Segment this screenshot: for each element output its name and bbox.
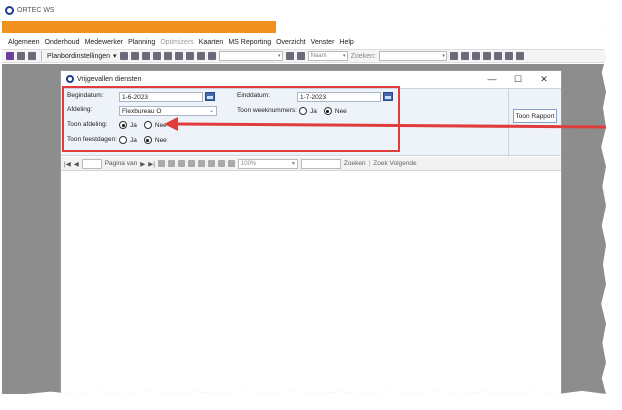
report-window-titlebar: Vrijgevallen diensten — ☐ ✕ (61, 71, 561, 87)
chart-icon[interactable] (207, 52, 216, 60)
menu-kaarten[interactable]: Kaarten (199, 39, 224, 46)
filter-add-icon[interactable] (141, 52, 150, 60)
menu-bar: Algemeen Onderhoud Medewerker Planning O… (2, 37, 606, 48)
funnel-star-icon[interactable] (174, 52, 183, 60)
main-toolbar: Planbordinstellingen ▾ ▾ Naam ▾ Zoeken: ▾ (2, 49, 606, 63)
screenshot-frame: ORTEC WS Algemeen Onderhoud Medewerker P… (2, 2, 606, 394)
minimize-icon[interactable]: — (479, 73, 505, 85)
ortec-logo-icon (66, 75, 74, 83)
planbord-settings-menu[interactable]: Planbordinstellingen (47, 53, 110, 60)
zoek-volgende-link[interactable]: Zoek Volgende (373, 160, 416, 167)
first-page-icon[interactable]: |◀ (64, 160, 71, 168)
zoeken-label: Zoeken: (350, 52, 376, 60)
filter-icon[interactable] (130, 52, 139, 60)
person-add-icon[interactable] (504, 52, 513, 60)
layout-icon[interactable] (515, 52, 524, 60)
chevron-down-icon[interactable]: ▾ (113, 52, 117, 60)
funnel-x-icon[interactable] (185, 52, 194, 60)
copy-icon[interactable] (28, 52, 36, 60)
zoeken-input[interactable]: ▾ (378, 51, 447, 61)
menu-medewerker[interactable]: Medewerker (85, 39, 124, 46)
table-icon[interactable] (196, 52, 205, 60)
export-icon[interactable] (217, 160, 225, 167)
next-page-icon[interactable]: ▶ (140, 160, 145, 168)
grid-icon[interactable] (17, 52, 25, 60)
menu-planning[interactable]: Planning (128, 39, 155, 46)
report-viewer-toolbar: |◀ ◀ Pagina van ▶ ▶| 100% ▾ Zoeken | Zoek… (61, 157, 561, 171)
list-icon[interactable] (471, 52, 480, 60)
stop-icon[interactable] (157, 160, 165, 167)
app-title: ORTEC WS (17, 6, 55, 14)
menu-ms-reporting[interactable]: MS Reporting (228, 39, 271, 46)
app-title-bar: ORTEC WS (2, 2, 268, 18)
page-setup-icon[interactable] (207, 160, 215, 167)
print-icon[interactable] (187, 160, 195, 167)
last-page-icon[interactable]: ▶| (148, 160, 155, 168)
calendar-icon[interactable] (482, 52, 491, 60)
back-icon[interactable] (177, 160, 185, 167)
columns-icon[interactable] (285, 52, 294, 60)
link-separator: | (368, 160, 371, 167)
undo-icon[interactable] (449, 52, 458, 60)
menu-algemeen[interactable]: Algemeen (8, 39, 40, 46)
viewer-search-input[interactable] (300, 158, 341, 169)
toolbar-separator (41, 51, 42, 61)
naam-select-label: Naam (310, 53, 327, 59)
eraser-icon[interactable] (6, 52, 14, 60)
ortec-logo-icon (5, 5, 14, 15)
callout-arrow (164, 117, 606, 131)
print-layout-icon[interactable] (197, 160, 205, 167)
window-controls: — ☐ ✕ (479, 73, 557, 85)
refresh-icon[interactable] (167, 160, 175, 167)
refresh-icon[interactable] (460, 52, 469, 60)
prev-page-icon[interactable]: ◀ (74, 160, 79, 168)
menu-overzicht[interactable]: Overzicht (276, 39, 306, 46)
save-icon[interactable] (119, 52, 128, 60)
pagina-van-label: Pagina van (104, 160, 138, 167)
menu-help[interactable]: Help (339, 39, 353, 46)
naam-select[interactable]: Naam ▾ (307, 51, 348, 61)
users-icon[interactable] (493, 52, 502, 60)
accent-bar (2, 21, 276, 33)
report-content-area (61, 172, 561, 394)
email-icon[interactable] (227, 160, 235, 167)
close-icon[interactable]: ✕ (531, 73, 557, 85)
funnel-icon[interactable] (152, 52, 161, 60)
menu-onderhoud[interactable]: Onderhoud (45, 39, 80, 46)
zoom-value: 100% (240, 160, 257, 167)
view-select[interactable]: ▾ (218, 51, 283, 61)
menu-optimizers[interactable]: Optimizers (160, 39, 193, 46)
page-number-input[interactable] (81, 158, 102, 169)
maximize-icon[interactable]: ☐ (505, 73, 531, 85)
zoeken-link[interactable]: Zoeken (344, 160, 366, 167)
sort-icon[interactable] (296, 52, 305, 60)
zoom-select[interactable]: 100% ▾ (237, 158, 298, 169)
filter-remove-icon[interactable] (163, 52, 172, 60)
menu-venster[interactable]: Venster (311, 39, 335, 46)
report-window-title: Vrijgevallen diensten (77, 75, 142, 83)
